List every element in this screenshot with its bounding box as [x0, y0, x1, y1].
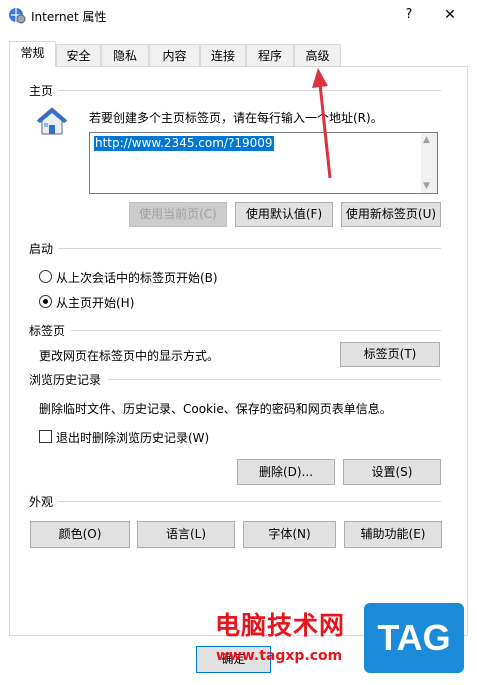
- languages-button[interactable]: 语言(L): [137, 521, 235, 548]
- scroll-up-icon[interactable]: ▲: [423, 135, 430, 145]
- title-bar: Internet 属性 ? ✕: [0, 0, 477, 32]
- radio-homepage-label[interactable]: 从主页开始(H): [56, 294, 134, 311]
- tabs-group-label: 标签页: [29, 324, 66, 338]
- annotation-arrow-icon: [312, 68, 332, 179]
- delete-on-exit-checkbox[interactable]: [39, 430, 52, 443]
- colors-button[interactable]: 颜色(O): [30, 521, 130, 548]
- textarea-scrollbar[interactable]: ▲ ▼: [421, 133, 437, 193]
- window-title: Internet 属性: [31, 10, 107, 24]
- tag-logo-icon: TAG: [364, 603, 464, 673]
- help-button[interactable]: ?: [395, 4, 423, 26]
- delete-history-button[interactable]: 删除(D)...: [237, 459, 335, 485]
- watermark-site-name: 电脑技术网: [215, 611, 346, 640]
- use-default-button[interactable]: 使用默认值(F): [235, 202, 333, 227]
- house-icon: [36, 107, 68, 135]
- group-divider: [108, 379, 441, 380]
- watermark-url: www.tagxp.com: [216, 648, 343, 664]
- tab-security[interactable]: 安全: [56, 44, 101, 66]
- radio-last-session-label[interactable]: 从上次会话中的标签页开始(B): [56, 269, 218, 286]
- tab-general[interactable]: 常规: [9, 41, 56, 67]
- ie-settings-icon: [9, 8, 26, 24]
- history-group-label: 浏览历史记录: [29, 373, 102, 387]
- tab-content[interactable]: 内容: [149, 44, 200, 66]
- homepage-group-label: 主页: [29, 84, 54, 98]
- radio-homepage[interactable]: [39, 295, 52, 308]
- group-divider: [71, 330, 441, 331]
- tab-advanced[interactable]: 高级: [294, 44, 341, 66]
- tab-programs[interactable]: 程序: [246, 44, 294, 66]
- startup-group-label: 启动: [29, 242, 54, 256]
- delete-on-exit-label[interactable]: 退出时删除浏览历史记录(W): [56, 429, 209, 446]
- homepage-url-value: http://www.2345.com/?19009: [94, 136, 274, 151]
- group-divider: [58, 90, 441, 91]
- history-settings-button[interactable]: 设置(S): [343, 459, 441, 485]
- tab-connections[interactable]: 连接: [200, 44, 246, 66]
- use-new-tab-button[interactable]: 使用新标签页(U): [341, 202, 441, 227]
- close-button[interactable]: ✕: [436, 4, 464, 26]
- homepage-description: 若要创建多个主页标签页，请在每行输入一个地址(R)。: [89, 111, 383, 125]
- group-divider: [58, 248, 441, 249]
- appearance-group-label: 外观: [29, 495, 54, 509]
- homepage-textarea[interactable]: http://www.2345.com/?19009 ▲ ▼: [89, 132, 438, 194]
- tabs-description: 更改网页在标签页中的显示方式。: [39, 349, 220, 363]
- use-current-button[interactable]: 使用当前页(C): [129, 202, 227, 227]
- group-divider: [58, 501, 441, 502]
- radio-last-session[interactable]: [39, 270, 52, 283]
- fonts-button[interactable]: 字体(N): [243, 521, 336, 548]
- tab-privacy[interactable]: 隐私: [101, 44, 149, 66]
- scroll-down-icon[interactable]: ▼: [423, 181, 430, 191]
- history-description: 删除临时文件、历史记录、Cookie、保存的密码和网页表单信息。: [39, 402, 392, 416]
- tabs-settings-button[interactable]: 标签页(T): [340, 342, 440, 367]
- accessibility-button[interactable]: 辅助功能(E): [344, 521, 442, 548]
